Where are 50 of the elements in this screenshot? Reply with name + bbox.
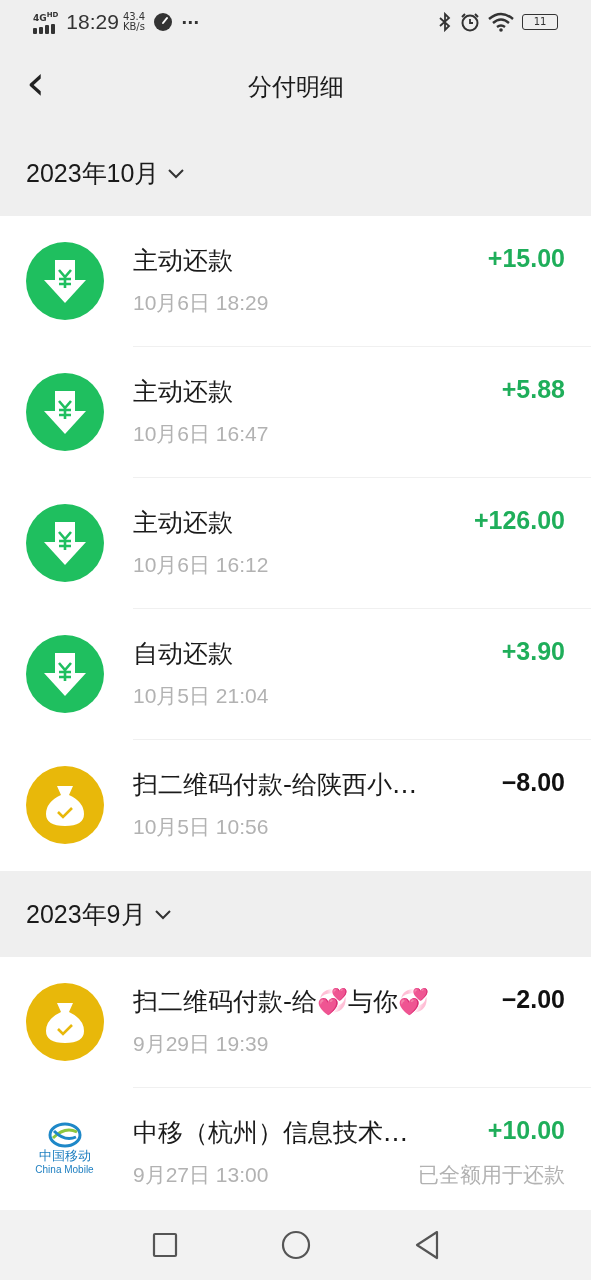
bluetooth-icon <box>438 12 452 32</box>
network-indicator: 4G$^{HD}$ <box>33 10 59 34</box>
transaction-date: 9月29日 19:39 <box>133 1031 269 1057</box>
home-button[interactable] <box>280 1230 311 1260</box>
network-speed: 43.4 KB/s <box>122 12 146 32</box>
transaction-amount: +126.00 <box>473 506 565 536</box>
transaction-title: 自动还款 <box>133 638 233 670</box>
transaction-date: 10月6日 18:29 <box>133 290 269 316</box>
transaction-date: 10月6日 16:47 <box>133 421 269 447</box>
clock-time: 18:29 <box>66 10 119 34</box>
transaction-item[interactable]: 主动还款 +126.00 10月6日 16:12 <box>0 478 591 609</box>
chevron-down-icon <box>153 908 172 920</box>
back-nav-button[interactable] <box>413 1230 440 1260</box>
month-selector[interactable]: 2023年9月 <box>0 871 591 957</box>
money-bag-icon <box>25 983 104 1061</box>
transaction-title: 主动还款 <box>133 507 233 539</box>
transaction-title: 扫二维码付款-给💞与你💞 <box>133 986 430 1018</box>
transaction-item[interactable]: 主动还款 +5.88 10月6日 16:47 <box>0 347 591 478</box>
transaction-note: 已全额用于还款 <box>418 1162 565 1189</box>
transaction-amount: +3.90 <box>501 637 565 667</box>
transaction-date: 10月5日 21:04 <box>133 683 269 709</box>
transaction-amount: −2.00 <box>501 985 565 1015</box>
transaction-item[interactable]: 自动还款 +3.90 10月5日 21:04 <box>0 609 591 740</box>
speedometer-icon <box>153 12 174 32</box>
transaction-date: 9月27日 13:00 <box>133 1162 269 1188</box>
transaction-date: 10月5日 10:56 <box>133 814 269 840</box>
transaction-item[interactable]: 中国移动 China Mobile 中移（杭州）信息技术… +10.00 9月27日 13:00 已全额用于还款 <box>0 1088 591 1210</box>
transaction-title: 主动还款 <box>133 376 233 408</box>
money-bag-icon <box>25 766 104 844</box>
transaction-item[interactable]: 主动还款 +15.00 10月6日 18:29 <box>0 216 591 347</box>
transaction-item[interactable]: 扫二维码付款-给陕西小… −8.00 10月5日 10:56 <box>0 740 591 871</box>
more-indicator: ··· <box>181 12 200 32</box>
transaction-item[interactable]: 扫二维码付款-给💞与你💞 −2.00 9月29日 19:39 <box>0 957 591 1088</box>
transaction-amount: +15.00 <box>487 244 565 274</box>
transaction-amount: +10.00 <box>487 1116 565 1146</box>
battery-indicator: 11 <box>522 14 558 30</box>
chevron-down-icon <box>167 167 186 179</box>
recent-apps-button[interactable] <box>151 1232 178 1258</box>
transaction-title: 主动还款 <box>133 245 233 277</box>
page-title: 分付明细 <box>247 72 344 103</box>
company-logo: 中国移动 China Mobile <box>35 1114 94 1176</box>
transaction-title: 中移（杭州）信息技术… <box>133 1117 408 1149</box>
wifi-icon <box>488 12 514 32</box>
back-button[interactable]: ‹ <box>18 62 54 102</box>
alarm-icon <box>460 12 480 32</box>
month-selector[interactable]: 2023年10月 <box>0 130 591 216</box>
transaction-amount: +5.88 <box>501 375 565 405</box>
transaction-amount: −8.00 <box>501 768 565 798</box>
transaction-title: 扫二维码付款-给陕西小… <box>133 769 418 801</box>
transaction-date: 10月6日 16:12 <box>133 552 269 578</box>
